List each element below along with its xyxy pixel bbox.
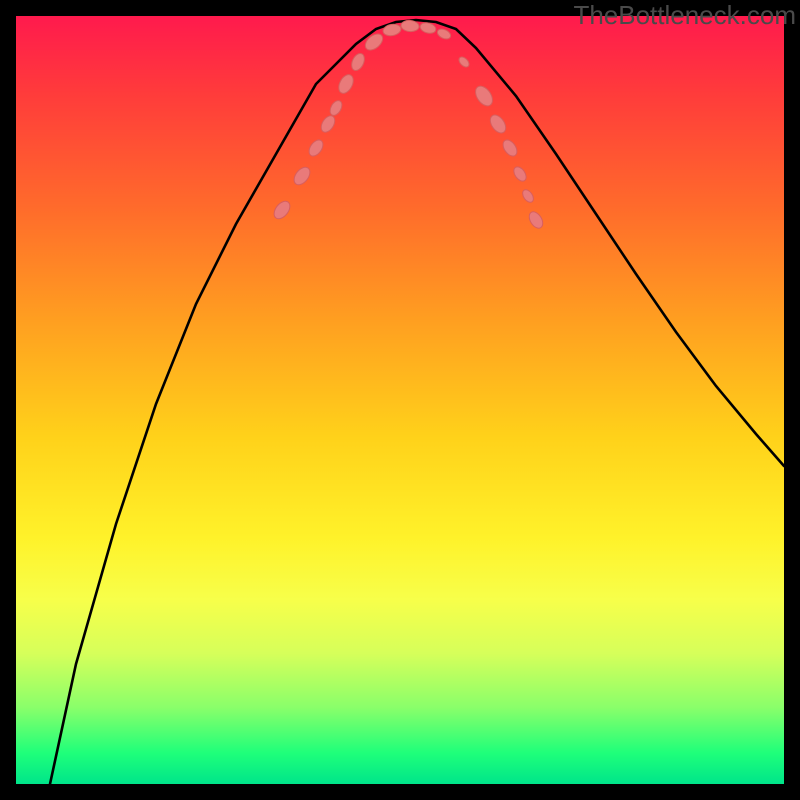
data-marker (520, 188, 535, 204)
bottleneck-curve (50, 20, 784, 784)
data-marker (419, 21, 437, 35)
data-markers (271, 20, 546, 231)
data-marker (362, 31, 385, 53)
data-marker (436, 27, 452, 41)
plot-area (16, 16, 784, 784)
data-marker (328, 99, 345, 118)
chart-frame: TheBottleneck.com (0, 0, 800, 800)
chart-svg (16, 16, 784, 784)
watermark-text: TheBottleneck.com (573, 0, 796, 31)
data-marker (291, 164, 313, 187)
data-marker (487, 112, 509, 135)
data-marker (500, 137, 519, 158)
data-marker (401, 20, 420, 33)
data-marker (271, 198, 293, 221)
data-marker (457, 55, 471, 69)
data-marker (511, 165, 528, 184)
data-marker (472, 83, 496, 109)
data-marker (526, 209, 545, 230)
data-marker (318, 113, 337, 134)
data-marker (336, 72, 356, 95)
data-marker (306, 137, 325, 158)
data-marker (349, 51, 367, 72)
